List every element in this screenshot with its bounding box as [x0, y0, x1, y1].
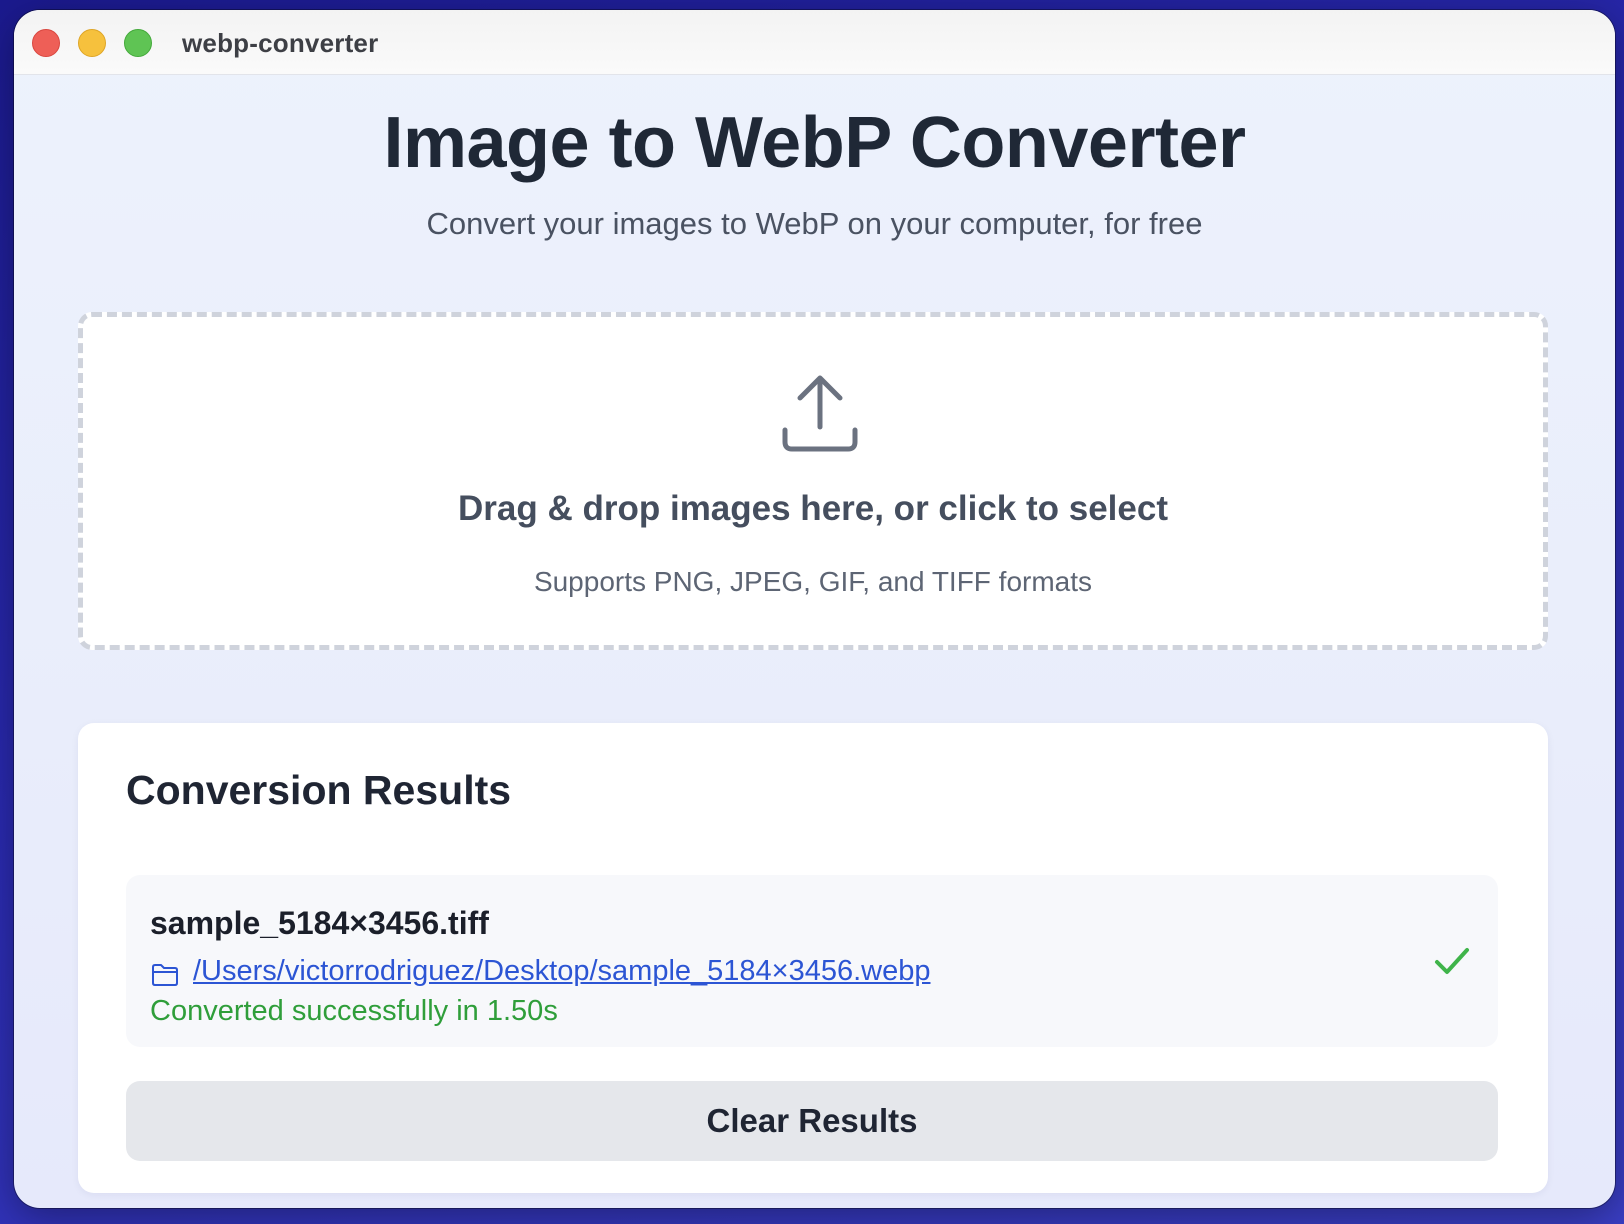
check-icon	[1435, 948, 1469, 974]
clear-results-button[interactable]: Clear Results	[126, 1081, 1498, 1161]
upload-icon	[782, 375, 858, 452]
result-file-name: sample_5184×3456.tiff	[150, 905, 489, 941]
folder-icon	[152, 964, 178, 986]
window-title: webp-converter	[182, 28, 379, 58]
conversion-results-panel: Conversion Results sample_5184×3456.tiff…	[78, 723, 1548, 1193]
page-title: Image to WebP Converter	[383, 103, 1246, 183]
zoom-window-button[interactable]	[124, 29, 152, 57]
results-title: Conversion Results	[126, 767, 512, 813]
dropzone-title: Drag & drop images here, or click to sel…	[458, 489, 1168, 528]
close-window-button[interactable]	[32, 29, 60, 57]
dropzone-hint: Supports PNG, JPEG, GIF, and TIFF format…	[533, 566, 1093, 597]
result-item: sample_5184×3456.tiff /Users/victorrodri…	[126, 875, 1498, 1047]
image-dropzone[interactable]: Drag & drop images here, or click to sel…	[78, 312, 1548, 650]
conversion-status: Converted successfully in 1.50s	[150, 995, 558, 1027]
page-subtitle: Convert your images to WebP on your comp…	[426, 206, 1203, 241]
title-bar: webp-converter	[14, 10, 1615, 75]
app-window: webp-converter Image to WebP Converter C…	[14, 10, 1615, 1208]
output-path-link[interactable]: /Users/victorrodriguez/Desktop/sample_51…	[193, 955, 931, 988]
minimize-window-button[interactable]	[78, 29, 106, 57]
